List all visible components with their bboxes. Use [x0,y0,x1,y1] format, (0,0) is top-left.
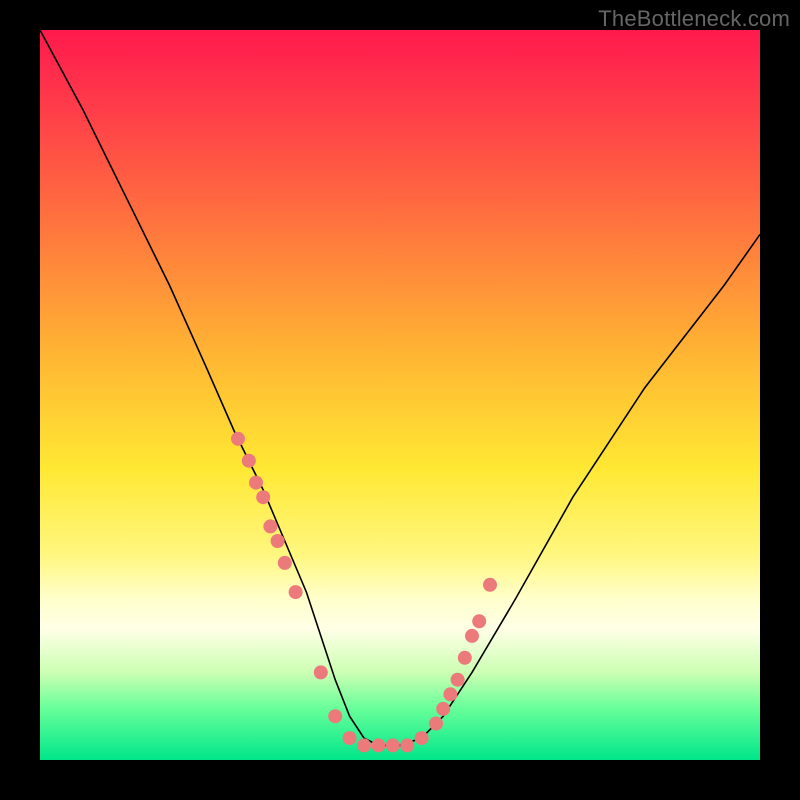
data-marker [400,738,414,752]
plot-area [40,30,760,760]
data-marker [451,673,465,687]
data-marker [314,665,328,679]
data-marker [271,534,285,548]
data-marker [415,731,429,745]
data-marker [289,585,303,599]
data-marker [429,717,443,731]
data-marker [231,432,245,446]
data-marker [483,578,497,592]
curve-svg [40,30,760,760]
data-marker [436,702,450,716]
data-marker [328,709,342,723]
data-marker [263,519,277,533]
data-marker [465,629,479,643]
data-marker [443,687,457,701]
data-marker [278,556,292,570]
data-marker [472,614,486,628]
data-marker [249,476,263,490]
data-marker [371,738,385,752]
data-marker [343,731,357,745]
chart-frame: TheBottleneck.com [0,0,800,800]
attribution-text: TheBottleneck.com [598,6,790,32]
marker-group [231,432,497,753]
data-marker [458,651,472,665]
bottleneck-curve [40,30,760,745]
data-marker [242,454,256,468]
data-marker [256,490,270,504]
data-marker [386,738,400,752]
data-marker [357,738,371,752]
